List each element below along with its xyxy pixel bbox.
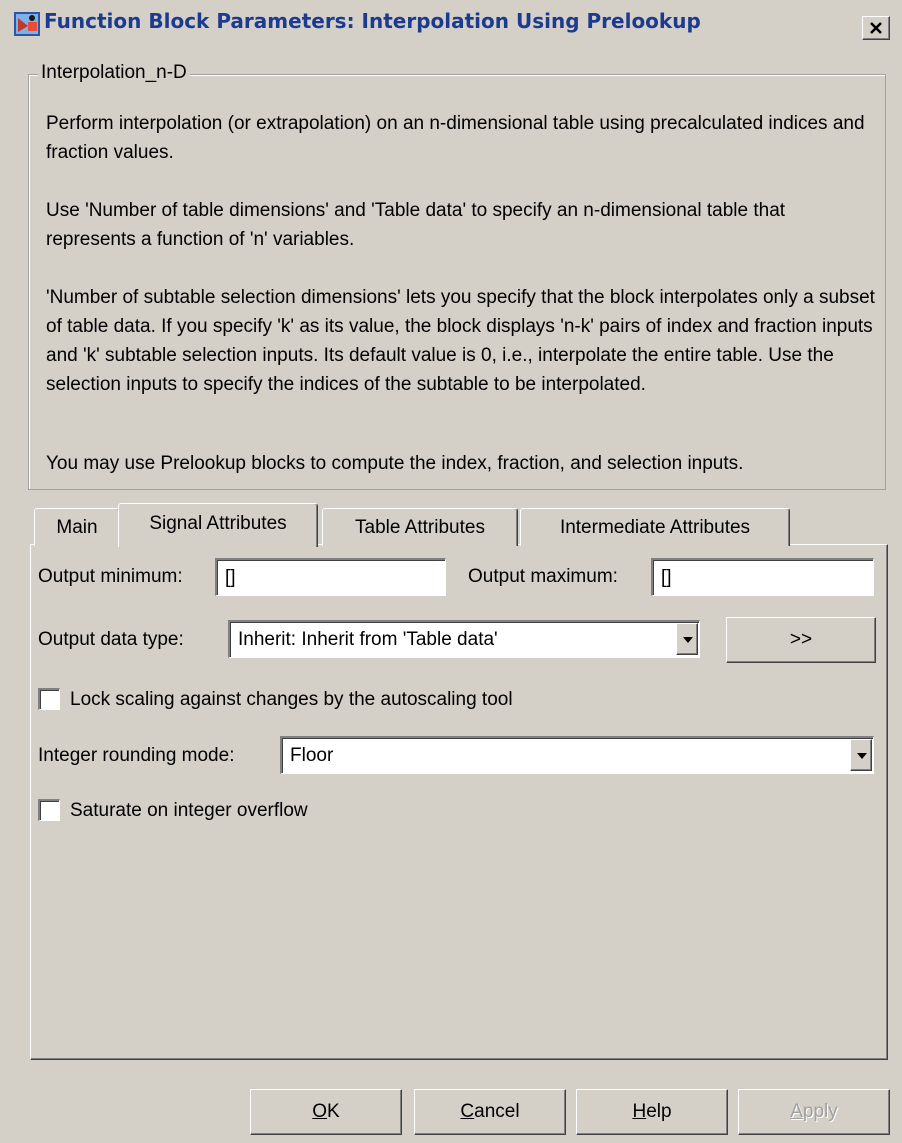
group-title: Interpolation_n-D	[38, 62, 190, 84]
output-maximum-label: Output maximum:	[468, 566, 618, 587]
apply-button-mnemonic: A	[790, 1101, 803, 1122]
data-type-assistant-button[interactable]: >>	[726, 617, 876, 663]
dropdown-button[interactable]	[850, 739, 872, 771]
apply-button[interactable]: Apply	[738, 1089, 890, 1135]
output-data-type-label: Output data type:	[38, 629, 184, 650]
tab-table-attributes[interactable]: Table Attributes	[322, 508, 518, 546]
tab-signal-attributes[interactable]: Signal Attributes	[118, 503, 318, 547]
window-title: Function Block Parameters: Interpolation…	[44, 9, 701, 33]
dropdown-button[interactable]	[676, 623, 698, 655]
tab-intermediate-attributes[interactable]: Intermediate Attributes	[520, 508, 790, 546]
help-button-mnemonic: H	[632, 1101, 647, 1122]
cancel-button-label: ancel	[474, 1101, 520, 1122]
integer-rounding-mode-value: Floor	[290, 745, 334, 766]
saturate-label: Saturate on integer overflow	[70, 800, 308, 821]
output-minimum-field[interactable]: []	[215, 558, 446, 596]
apply-button-label: pply	[802, 1101, 838, 1122]
output-data-type-value: Inherit: Inherit from 'Table data'	[238, 629, 498, 650]
help-button-label: elp	[646, 1101, 672, 1122]
output-minimum-label: Output minimum:	[38, 566, 183, 587]
saturate-checkbox[interactable]	[38, 799, 60, 821]
integer-rounding-mode-select[interactable]: Floor	[280, 736, 874, 774]
cancel-button-mnemonic: C	[460, 1101, 475, 1122]
output-maximum-field[interactable]: []	[651, 558, 874, 596]
ok-button[interactable]: OK	[250, 1089, 402, 1135]
description-paragraph: 'Number of subtable selection dimensions…	[46, 287, 875, 395]
close-button[interactable]	[862, 16, 890, 40]
description-paragraph: You may use Prelookup blocks to compute …	[46, 453, 744, 474]
simulink-block-icon	[14, 12, 40, 36]
output-data-type-select[interactable]: Inherit: Inherit from 'Table data'	[228, 620, 700, 658]
ok-button-mnemonic: O	[312, 1101, 328, 1122]
ok-button-label: K	[327, 1101, 340, 1122]
lock-scaling-checkbox[interactable]	[38, 688, 60, 710]
integer-rounding-mode-label: Integer rounding mode:	[38, 745, 235, 766]
description-paragraph: Perform interpolation (or extrapolation)…	[46, 113, 865, 163]
cancel-button[interactable]: Cancel	[414, 1089, 566, 1135]
description-paragraph: Use 'Number of table dimensions' and 'Ta…	[46, 200, 786, 250]
lock-scaling-label: Lock scaling against changes by the auto…	[70, 689, 513, 710]
help-button[interactable]: Help	[576, 1089, 728, 1135]
title-bar[interactable]: Function Block Parameters: Interpolation…	[0, 0, 902, 44]
tab-main[interactable]: Main	[34, 508, 120, 546]
